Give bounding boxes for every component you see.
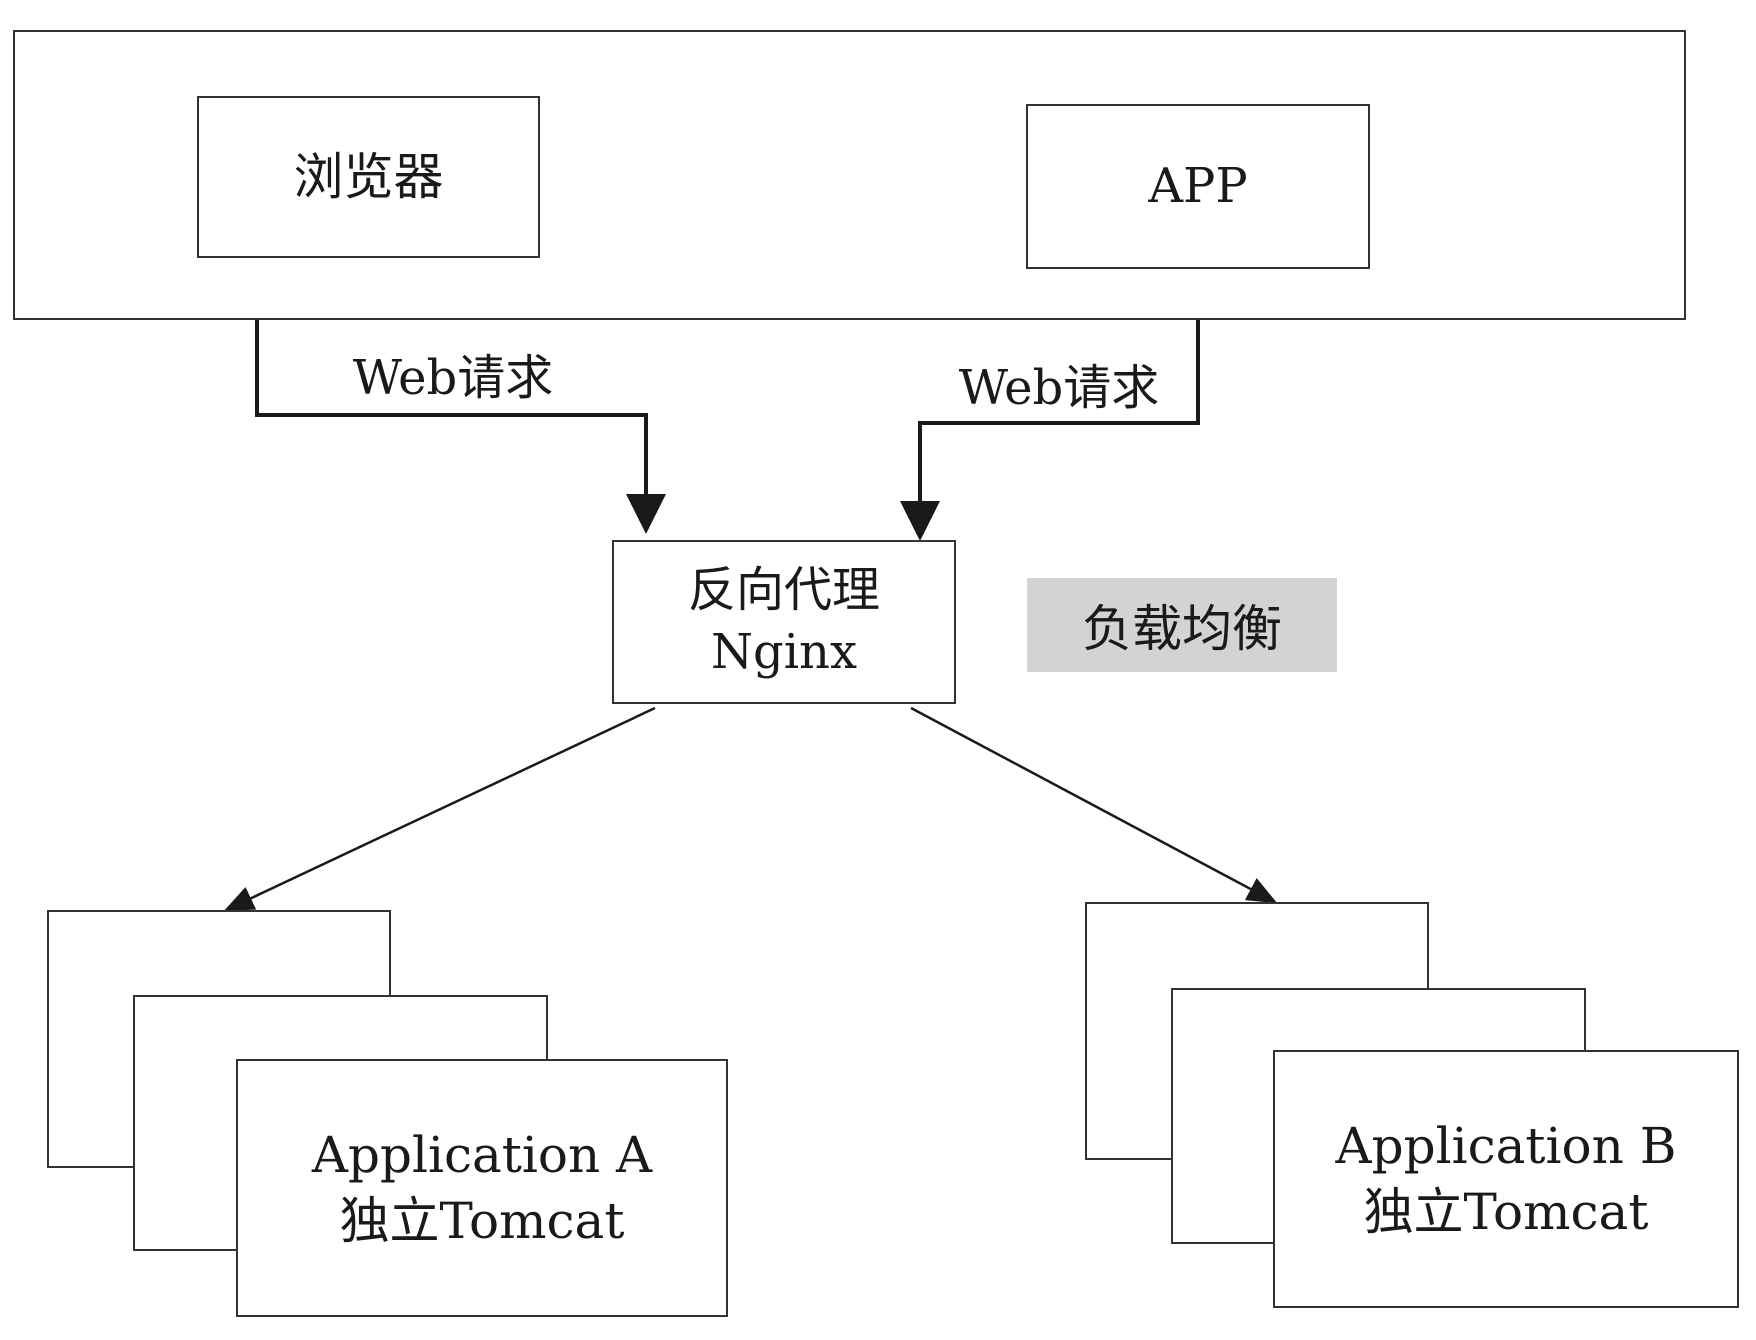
- app-b-node: Application B 独立Tomcat: [1273, 1050, 1739, 1308]
- browser-edge-label: Web请求: [352, 350, 554, 407]
- app-a-node: Application A 独立Tomcat: [236, 1059, 728, 1317]
- browser-label: 浏览器: [293, 148, 444, 206]
- nginx-label-line1: 反向代理: [687, 562, 880, 619]
- load-balance-label: 负载均衡: [1027, 578, 1337, 672]
- nginx-node: 反向代理 Nginx: [612, 540, 956, 704]
- app-node: APP: [1026, 104, 1370, 269]
- nginx-label-line2: Nginx: [710, 624, 858, 680]
- nginx-to-app-a-arrow: [223, 706, 656, 912]
- app-edge-label: Web请求: [958, 360, 1160, 417]
- app-label: APP: [1148, 157, 1248, 214]
- app-a-label-line1: Application A: [311, 1126, 653, 1184]
- app-a-label-line2: 独立Tomcat: [339, 1192, 625, 1250]
- nginx-to-app-b-arrow: [910, 706, 1278, 904]
- app-b-label-line1: Application B: [1335, 1117, 1677, 1175]
- app-b-label-line2: 独立Tomcat: [1363, 1183, 1649, 1241]
- browser-node: 浏览器: [197, 96, 540, 258]
